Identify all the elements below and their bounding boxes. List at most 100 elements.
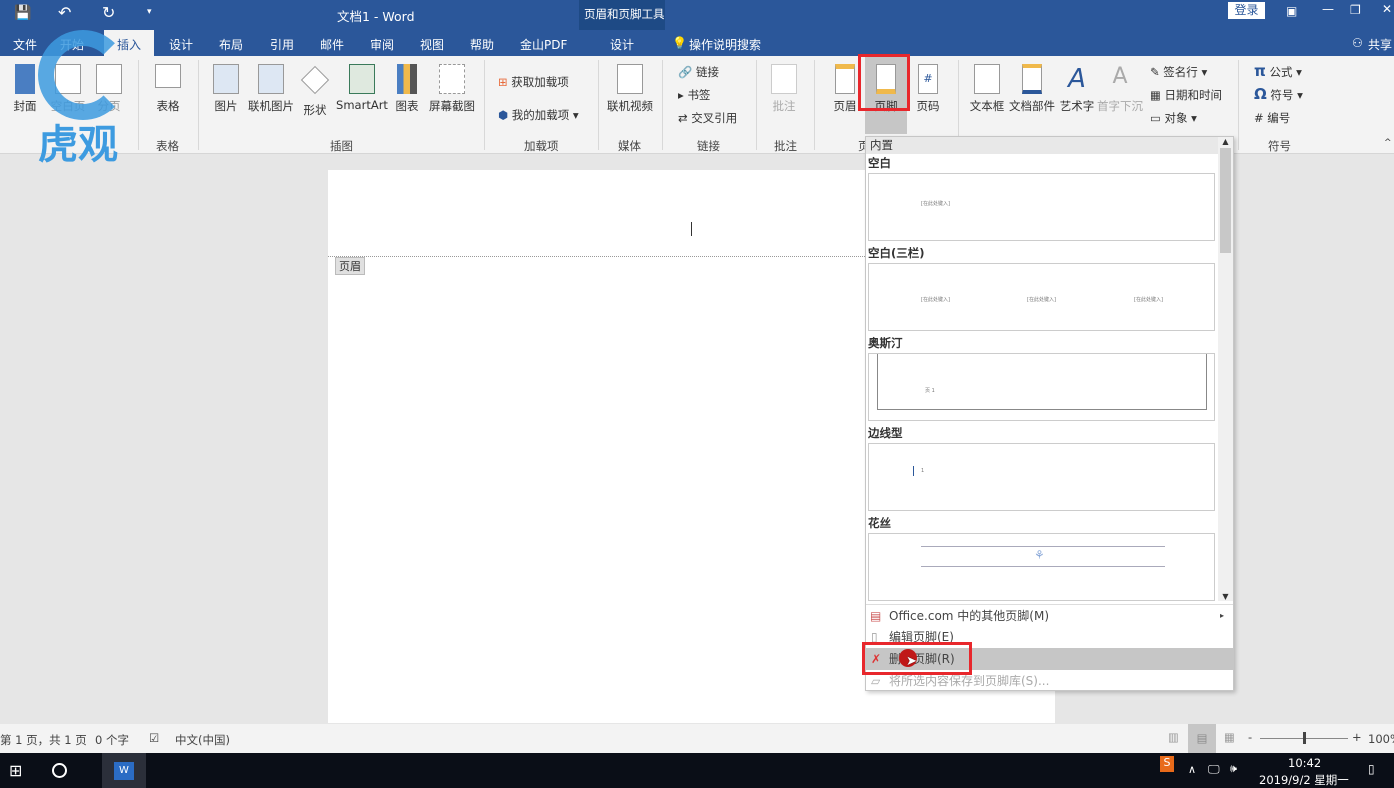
windows-start-icon[interactable]: ⊞	[9, 761, 22, 780]
watermark-logo: 虎观	[38, 30, 143, 180]
screenshot-button[interactable]: 屏幕截图	[426, 64, 478, 114]
quick-parts-button[interactable]: 文档部件	[1008, 64, 1056, 114]
text-box-button[interactable]: 文本框	[968, 64, 1006, 114]
network-icon[interactable]: 🖵	[1208, 762, 1220, 777]
tell-me-search[interactable]: 操作说明搜索	[689, 36, 761, 53]
header-button[interactable]: 页眉	[830, 64, 860, 114]
footer-option-blank[interactable]: [在此处键入]	[868, 173, 1215, 241]
context-tool-label: 页眉和页脚工具	[584, 7, 665, 21]
tab-layout[interactable]: 布局	[219, 36, 243, 53]
shapes-button[interactable]: 形状	[300, 64, 330, 118]
collapse-ribbon-icon[interactable]: ^	[1384, 138, 1392, 148]
ribbon-display-icon[interactable]: ▣	[1286, 4, 1297, 18]
signature-line-button[interactable]: ✎ 签名行 ▾	[1150, 64, 1207, 80]
zoom-level[interactable]: 100%	[1368, 732, 1394, 746]
group-label-symbols: 符号	[1268, 139, 1291, 153]
pictures-button[interactable]: 图片	[208, 64, 244, 114]
page-count[interactable]: 第 1 页，共 1 页	[0, 732, 87, 748]
date-time-button[interactable]: ▦ 日期和时间	[1150, 87, 1222, 103]
drop-cap-button[interactable]: A 首字下沉	[1096, 64, 1144, 114]
footer-option-blank-three-columns[interactable]: [在此处键入] [在此处键入] [在此处键入]	[868, 263, 1215, 331]
minimize-icon[interactable]: —	[1322, 2, 1334, 16]
zoom-slider[interactable]	[1260, 732, 1348, 744]
word-app-icon: W	[114, 762, 134, 780]
tab-help[interactable]: 帮助	[470, 36, 494, 53]
tab-design[interactable]: 设计	[169, 36, 193, 53]
clock-date[interactable]: 2019/9/2 星期一	[1259, 772, 1349, 788]
gallery-section-title: 空白(三栏)	[868, 246, 925, 260]
header-icon	[835, 64, 855, 94]
my-addins-button[interactable]: ⬢ 我的加载项 ▾	[498, 107, 579, 123]
text-box-icon	[974, 64, 1000, 94]
zoom-in-button[interactable]: +	[1352, 730, 1362, 744]
status-bar: 第 1 页，共 1 页 0 个字 ☑ 中文(中国) ▥ ▤ ▦ - + 100%	[0, 724, 1394, 753]
page-number-button[interactable]: # 页码	[912, 64, 944, 114]
footer-option-austin[interactable]: 页 1	[868, 353, 1215, 421]
cover-page-button[interactable]: 封面	[8, 64, 42, 114]
comment-icon	[771, 64, 797, 94]
menu-more-footers[interactable]: ▤ Office.com 中的其他页脚(M) ▸	[866, 604, 1233, 626]
language[interactable]: 中文(中国)	[175, 732, 230, 748]
sogou-ime-icon[interactable]: S	[1160, 756, 1174, 772]
number-button[interactable]: # 编号	[1254, 110, 1290, 126]
table-icon	[155, 64, 181, 88]
web-layout-icon[interactable]: ▦	[1224, 730, 1235, 744]
gallery-scrollbar[interactable]: ▲ ▼	[1218, 137, 1233, 601]
online-video-button[interactable]: 联机视频	[606, 64, 654, 114]
tab-kingsoft-pdf[interactable]: 金山PDF	[520, 36, 567, 53]
cross-reference-button[interactable]: ⇄ 交叉引用	[678, 110, 737, 126]
taskbar-word[interactable]: W	[102, 753, 146, 788]
tab-references[interactable]: 引用	[270, 36, 294, 53]
lightbulb-icon: 💡	[672, 36, 687, 50]
link-button[interactable]: 🔗 链接	[678, 64, 719, 80]
group-label-addins: 加载项	[524, 139, 559, 153]
wordart-icon: A	[1068, 64, 1086, 94]
bookmark-button[interactable]: ▸ 书签	[678, 87, 710, 103]
clock-time[interactable]: 10:42	[1288, 756, 1321, 770]
text-cursor	[691, 222, 692, 236]
proofing-icon[interactable]: ☑	[149, 731, 159, 745]
symbol-button[interactable]: Ω 符号 ▾	[1254, 85, 1303, 103]
close-icon[interactable]: ✕	[1382, 2, 1392, 16]
get-addins-button[interactable]: ⊞ 获取加载项	[498, 74, 569, 90]
read-mode-icon[interactable]: ▥	[1168, 730, 1179, 744]
table-button[interactable]: 表格	[150, 64, 186, 114]
omega-icon: Ω	[1254, 85, 1267, 103]
footer-option-filigree[interactable]: ⚘	[868, 533, 1215, 601]
header-tag: 页眉	[335, 257, 365, 275]
footer-option-sideline[interactable]: 1	[868, 443, 1215, 511]
zoom-out-button[interactable]: -	[1248, 730, 1252, 744]
object-button[interactable]: ▭ 对象 ▾	[1150, 110, 1197, 126]
undo-icon[interactable]: ↶	[58, 3, 71, 22]
print-layout-icon[interactable]: ▤	[1188, 724, 1216, 753]
equation-button[interactable]: π 公式 ▾	[1254, 62, 1302, 80]
word-count[interactable]: 0 个字	[95, 732, 129, 748]
page-number-icon: #	[918, 64, 938, 94]
tab-file[interactable]: 文件	[13, 36, 37, 53]
tray-expand-icon[interactable]: ∧	[1188, 763, 1196, 776]
share-button[interactable]: 共享	[1368, 36, 1392, 53]
smartart-button[interactable]: SmartArt	[336, 64, 388, 112]
smartart-icon	[349, 64, 375, 94]
volume-icon[interactable]: 🕪	[1230, 762, 1237, 776]
customize-qat-icon[interactable]: ▾	[147, 7, 152, 17]
tab-review[interactable]: 审阅	[370, 36, 394, 53]
restore-icon[interactable]: ❐	[1350, 3, 1361, 17]
save-icon[interactable]: 💾	[14, 5, 31, 21]
object-icon: ▭	[1150, 111, 1161, 125]
wordart-button[interactable]: A 艺术字	[1058, 64, 1096, 114]
notifications-icon[interactable]: ▯	[1368, 762, 1375, 776]
login-button[interactable]: 登录	[1228, 2, 1265, 19]
comment-button[interactable]: 批注	[766, 64, 802, 114]
tab-mailings[interactable]: 邮件	[320, 36, 344, 53]
chart-button[interactable]: 图表	[392, 64, 422, 114]
tab-hf-design[interactable]: 设计	[610, 36, 634, 53]
redo-icon[interactable]: ↻	[102, 3, 115, 22]
tab-view[interactable]: 视图	[420, 36, 444, 53]
user-icon: ⚇	[1352, 36, 1363, 50]
shapes-icon	[300, 65, 330, 95]
online-pictures-button[interactable]: 联机图片	[248, 64, 294, 114]
online-picture-icon	[258, 64, 284, 94]
link-icon: 🔗	[678, 65, 693, 79]
search-circle-icon[interactable]	[52, 763, 67, 778]
